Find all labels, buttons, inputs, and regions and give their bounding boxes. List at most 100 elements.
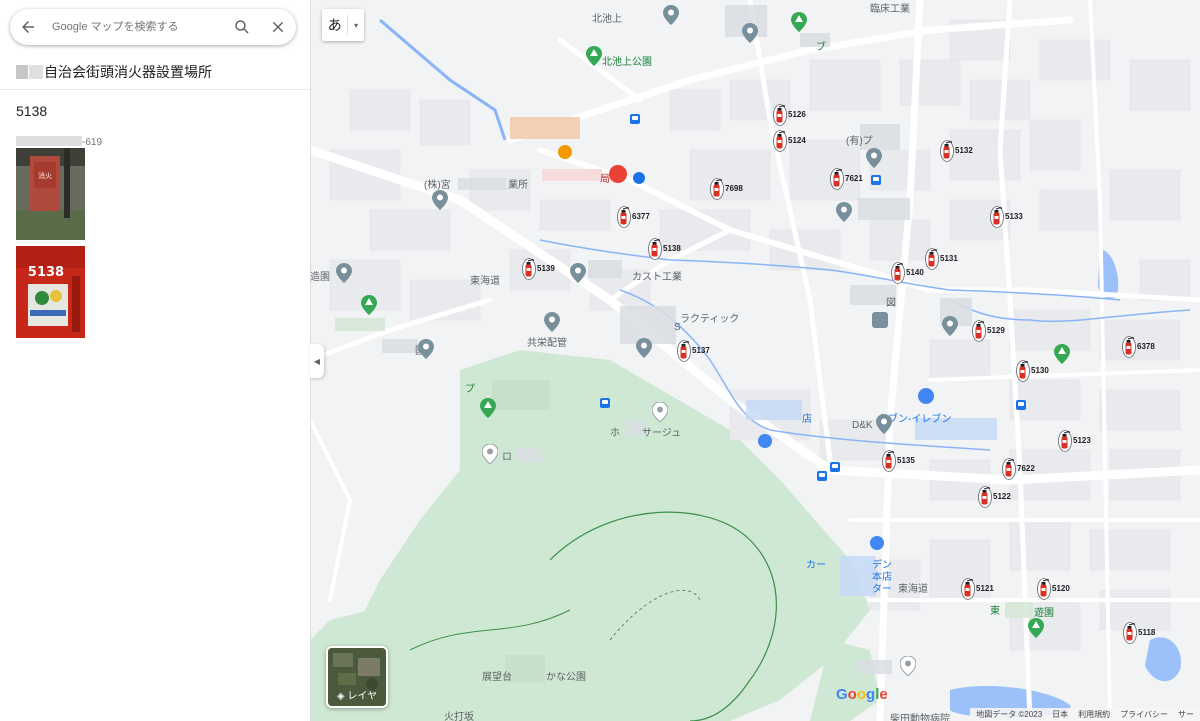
send-feedback-link[interactable]: サー [1178,709,1194,720]
bus-stop-icon[interactable] [1016,400,1026,410]
place-pin-icon[interactable] [866,148,882,168]
fire-extinguisher-icon[interactable] [773,130,787,152]
fire-extinguisher-icon[interactable] [1122,336,1136,358]
terms-link[interactable]: 利用規約 [1078,709,1110,720]
place-pin-outline-icon[interactable] [900,656,916,676]
region-link[interactable]: 日本 [1052,709,1068,720]
map-canvas[interactable]: 北池上北池上公園(株)宮業所造園東海道共栄配管園ロサージュホ局カスト工業ラクティ… [310,0,1200,721]
park-icon[interactable] [791,12,807,32]
bus-stop-icon[interactable] [817,471,827,481]
map-label: ブ [816,42,826,53]
place-pin-icon[interactable] [336,263,352,283]
place-pin-outline-icon[interactable] [482,444,498,464]
park-icon[interactable] [586,46,602,66]
map-label: 東 [990,606,1000,617]
close-icon[interactable] [260,9,296,45]
fire-extinguisher-icon[interactable] [990,206,1004,228]
photo-thumbnail-sign[interactable]: 消火 [16,148,85,240]
extinguisher-number: 7621 [845,174,863,183]
extinguisher-number: 5123 [1073,436,1091,445]
bus-stop-icon[interactable] [871,175,881,185]
fire-extinguisher-icon[interactable] [1058,430,1072,452]
layers-label-text: レイヤ [347,691,378,702]
map-label: ター [872,584,892,595]
extinguisher-number: 5130 [1031,366,1049,375]
map-label: プ [465,384,475,395]
place-pin-icon[interactable] [432,190,448,210]
fire-extinguisher-icon[interactable] [978,486,992,508]
fire-extinguisher-icon[interactable] [972,320,986,342]
place-pin-icon[interactable] [544,312,560,332]
fire-extinguisher-icon[interactable] [1016,360,1030,382]
place-pin-icon[interactable] [570,263,586,283]
layers-button[interactable]: ◈ レイヤ [326,646,388,708]
fire-extinguisher-icon[interactable] [961,578,975,600]
search-input[interactable] [46,20,224,34]
post-office-icon[interactable] [609,165,627,183]
photo-thumbnail-extinguisher[interactable]: 5138 [16,246,85,338]
redacted-block [840,556,876,596]
redacted-block [458,178,506,190]
place-pin-icon[interactable] [942,316,958,336]
convenience-store-icon[interactable] [918,388,934,404]
map-label: (有)プ [846,136,873,147]
fire-extinguisher-icon[interactable] [925,248,939,270]
shop-icon[interactable] [758,434,772,448]
search-icon[interactable] [224,9,260,45]
map-label: 北池上 [592,14,622,25]
restaurant-icon[interactable] [558,145,572,159]
bus-stop-icon[interactable] [600,398,610,408]
privacy-link[interactable]: プライバシー [1120,709,1168,720]
map-attribution: 地図データ ©2023 日本 利用規約 プライバシー サー [970,708,1200,721]
fire-extinguisher-icon[interactable] [617,206,631,228]
fire-extinguisher-icon[interactable] [677,340,691,362]
collapse-panel-button[interactable]: ◀ [310,344,324,378]
fire-extinguisher-icon[interactable] [940,140,954,162]
search-bar[interactable] [10,9,296,45]
fire-extinguisher-icon[interactable] [1002,458,1016,480]
extinguisher-number: 5124 [788,136,806,145]
place-panel: 自治会街頭消火器設置場所 5138 -619 消火 5138 [0,0,311,721]
extinguisher-number: 5138 [663,244,681,253]
fire-extinguisher-icon[interactable] [522,258,536,280]
bus-stop-icon[interactable] [830,462,840,472]
extinguisher-number: 5133 [1005,212,1023,221]
place-pin-icon[interactable] [418,339,434,359]
place-pin-icon[interactable] [742,23,758,43]
place-pin-icon[interactable] [876,414,892,434]
school-icon[interactable] [872,312,888,328]
fire-extinguisher-icon[interactable] [1123,622,1137,644]
fire-extinguisher-icon[interactable] [773,104,787,126]
redacted-block [29,65,43,79]
park-icon[interactable] [1028,618,1044,638]
extinguisher-number: 5118 [1138,628,1156,637]
extinguisher-number: 5120 [1052,584,1070,593]
extinguisher-number: 7698 [725,184,743,193]
input-method-toggle[interactable]: あ ▾ [322,9,364,41]
fire-extinguisher-icon[interactable] [830,168,844,190]
place-title: 自治会街頭消火器設置場所 [16,62,212,82]
fire-extinguisher-icon[interactable] [891,262,905,284]
bus-stop-icon[interactable] [630,114,640,124]
logo-letter: o [856,686,867,703]
place-title-text: 自治会街頭消火器設置場所 [44,64,212,80]
park-icon[interactable] [361,295,377,315]
park-icon[interactable] [1054,344,1070,364]
extinguisher-number: 5126 [788,110,806,119]
fire-extinguisher-icon[interactable] [882,450,896,472]
back-icon[interactable] [10,9,46,45]
shop-icon[interactable] [870,536,884,550]
place-pin-icon[interactable] [836,202,852,222]
place-pin-outline-icon[interactable] [652,402,668,422]
map-label: D&K [852,420,873,431]
poi-icon[interactable] [633,172,645,184]
fire-extinguisher-icon[interactable] [648,238,662,260]
place-pin-icon[interactable] [663,5,679,25]
fire-extinguisher-icon[interactable] [1037,578,1051,600]
park-icon[interactable] [480,398,496,418]
map-label: 共栄配管 [527,338,567,349]
extinguisher-number: 5121 [976,584,994,593]
fire-extinguisher-icon[interactable] [710,178,724,200]
place-pin-icon[interactable] [636,338,652,358]
extinguisher-number: 5140 [906,268,924,277]
